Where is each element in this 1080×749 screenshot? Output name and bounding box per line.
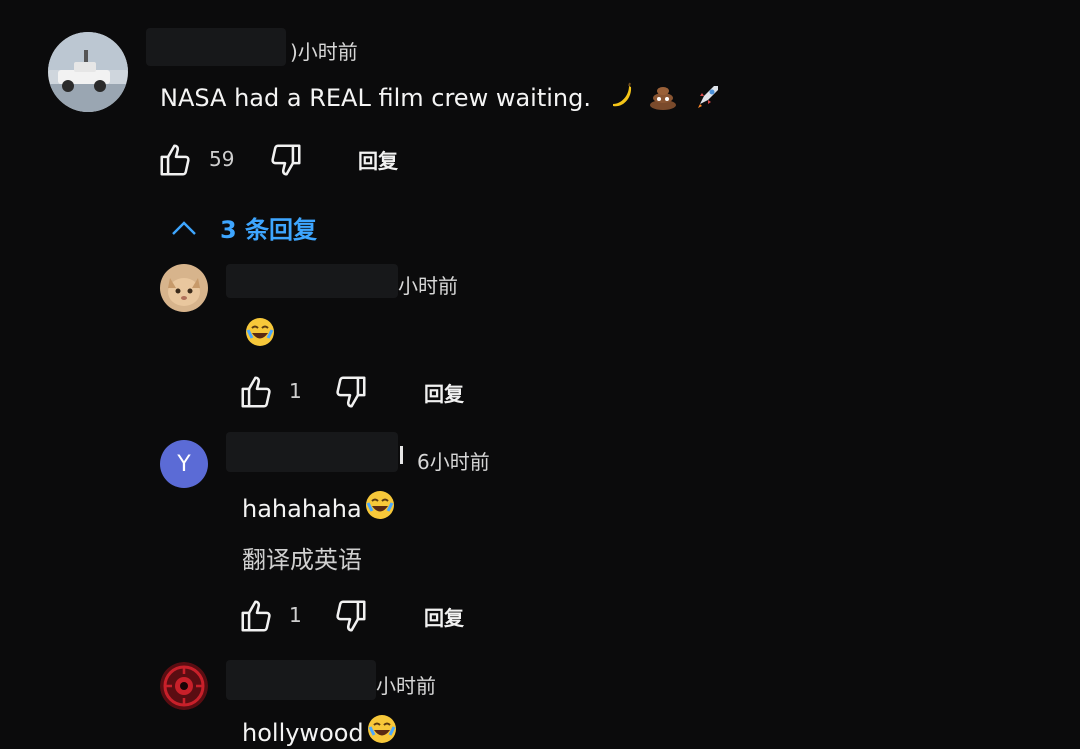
reply-1-time: 小时前 [398,274,458,298]
like-count-main: 59 [209,147,235,171]
like-button-reply-1[interactable] [238,373,276,411]
reply-3-text: hollywood [242,713,398,747]
dislike-button-reply-2[interactable] [331,597,369,635]
reply-button-main[interactable]: 回复 [358,145,398,174]
avatar-main[interactable] [48,32,128,112]
laughing-emoji [244,316,276,348]
dislike-button-main[interactable] [266,141,304,179]
rocket-emoji [694,82,722,110]
laughing-emoji [366,713,398,745]
avatar-letter: Y [177,451,191,477]
name-divider [400,446,403,464]
comment-text: NASA had a REAL film crew waiting. [160,82,722,112]
banana-emoji [607,82,635,110]
reply-3-time: 小时前 [376,674,436,698]
chevron-up-icon[interactable] [170,216,198,240]
replies-toggle[interactable]: 3 条回复 [220,210,317,245]
reply-3-body: hollywood [242,719,364,747]
avatar-reply-1[interactable] [160,264,208,312]
like-button-reply-2[interactable] [238,597,276,635]
dislike-button-reply-1[interactable] [331,373,369,411]
author-name-reply-1[interactable] [226,264,398,298]
author-name-reply-3[interactable] [226,660,376,700]
author-name-reply-2[interactable] [226,432,398,472]
author-name-main[interactable] [146,28,286,66]
translate-link[interactable]: 翻译成英语 [242,540,362,575]
like-button-main[interactable] [157,141,195,179]
comment-time: )小时前 [290,40,358,64]
avatar-reply-3[interactable] [160,662,208,710]
reply-2-time: 6小时前 [417,450,490,474]
avatar-reply-2[interactable]: Y [160,440,208,488]
comment-body: NASA had a REAL film crew waiting. [160,84,591,112]
like-count-reply-2: 1 [289,603,302,627]
like-count-reply-1: 1 [289,379,302,403]
reply-2-body: hahahaha [242,495,362,523]
reply-1-text [242,316,276,350]
poop-emoji [648,82,678,110]
reply-2-text: hahahaha [242,489,396,523]
laughing-emoji [364,489,396,521]
reply-button-reply-2[interactable]: 回复 [424,602,464,631]
reply-button-reply-1[interactable]: 回复 [424,378,464,407]
